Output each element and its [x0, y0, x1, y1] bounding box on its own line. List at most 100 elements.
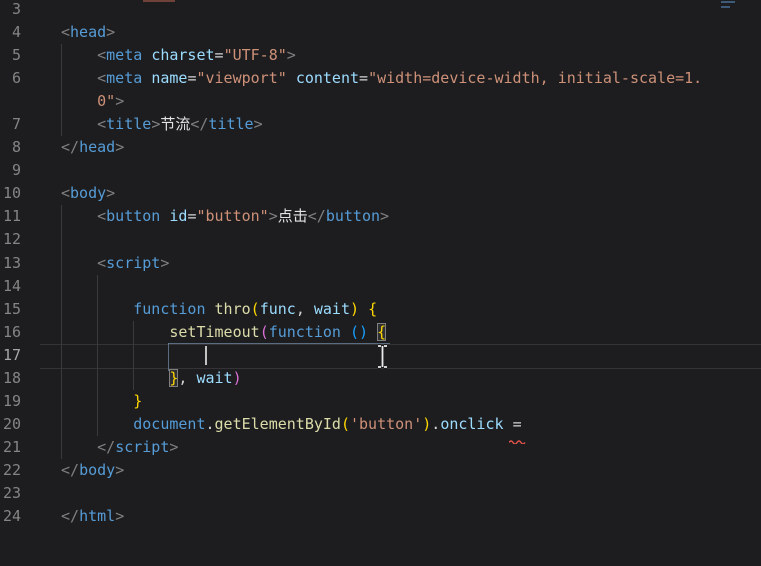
code-token: "width=device-width, initial-scale=1.	[368, 69, 703, 88]
code-text[interactable]: <script>	[47, 252, 169, 275]
code-editor[interactable]: 3 4 <head> 5 <meta charset="UTF-8"> 6 <meta …	[0, 0, 761, 566]
code-line[interactable]: 9	[0, 159, 761, 182]
code-line[interactable]: 11 <button id="button">点击</button>	[0, 205, 761, 228]
line-number[interactable]: 17	[0, 344, 47, 367]
code-token: </	[61, 138, 80, 157]
line-number[interactable]: 5	[0, 44, 47, 67]
code-token: 'button'	[350, 414, 423, 433]
line-number[interactable]: 4	[0, 21, 47, 44]
code-token: onclick	[440, 414, 504, 433]
code-line[interactable]: 12	[0, 228, 761, 251]
code-text[interactable]: <meta charset="UTF-8">	[47, 44, 296, 67]
code-token: script	[106, 253, 161, 272]
code-token: <	[61, 184, 71, 203]
line-number[interactable]: 8	[0, 136, 47, 159]
code-line[interactable]: 4 <head>	[0, 21, 761, 44]
code-text[interactable]: setTimeout(function () {	[47, 321, 387, 344]
code-line[interactable]: 20 document.getElementById('button').onc…	[0, 413, 761, 436]
code-line[interactable]: 23	[0, 482, 761, 505]
code-text[interactable]: </body>	[47, 459, 124, 482]
line-number[interactable]: 11	[0, 205, 47, 228]
code-line[interactable]: 21 </script>	[0, 436, 761, 459]
line-number[interactable]: 22	[0, 459, 47, 482]
line-number[interactable]: 24	[0, 505, 47, 528]
line-number[interactable]: 9	[0, 159, 47, 182]
code-text[interactable]: <head>	[47, 21, 115, 44]
code-text[interactable]: <button id="button">点击</button>	[47, 205, 389, 228]
code-line[interactable]: 22 </body>	[0, 459, 761, 482]
code-text[interactable]: </script>	[47, 436, 178, 459]
code-token: (	[250, 299, 260, 318]
code-text[interactable]	[47, 275, 61, 298]
line-number[interactable]: 20	[0, 413, 47, 436]
line-number[interactable]: 21	[0, 436, 47, 459]
line-number[interactable]: 15	[0, 298, 47, 321]
code-text[interactable]	[47, 0, 61, 21]
line-number[interactable]: 12	[0, 228, 47, 251]
code-token: ,	[295, 299, 314, 318]
code-text[interactable]	[47, 482, 61, 505]
code-text[interactable]	[47, 159, 61, 182]
line-number[interactable]: 7	[0, 113, 47, 136]
code-text[interactable]: document.getElementById('button').onclic…	[47, 413, 521, 436]
code-text[interactable]: <title>节流</title>	[47, 113, 263, 136]
code-text[interactable]: function thro(func, wait) {	[47, 298, 377, 321]
code-token: "UTF-8"	[223, 46, 287, 65]
code-line[interactable]: 8 </head>	[0, 136, 761, 159]
code-line[interactable]: 5 <meta charset="UTF-8">	[0, 44, 761, 67]
code-line[interactable]: 16 setTimeout(function () {	[0, 321, 761, 344]
code-token: .	[205, 414, 215, 433]
code-line[interactable]: 17	[0, 344, 761, 367]
code-token: >	[115, 460, 125, 479]
code-token: (	[340, 414, 350, 433]
code-token: )	[232, 368, 242, 387]
line-number[interactable]: 19	[0, 390, 47, 413]
code-token: head	[70, 23, 107, 42]
code-text[interactable]: 0">	[47, 90, 124, 113]
code-line[interactable]: 3	[0, 0, 761, 21]
code-text[interactable]: </html>	[47, 505, 124, 528]
code-line[interactable]: 6 <meta name="viewport" content="width=d…	[0, 67, 761, 90]
code-text[interactable]: <meta name="viewport" content="width=dev…	[47, 67, 702, 90]
code-line[interactable]: 18 }, wait)	[0, 367, 761, 390]
code-token: ,	[178, 368, 197, 387]
code-line[interactable]: 13 <script>	[0, 252, 761, 275]
code-line[interactable]: 15 function thro(func, wait) {	[0, 298, 761, 321]
code-token: >	[151, 115, 161, 134]
code-line[interactable]: 14	[0, 275, 761, 298]
code-text[interactable]	[47, 228, 61, 251]
code-text[interactable]: <body>	[47, 182, 115, 205]
code-line[interactable]: 24 </html>	[0, 505, 761, 528]
code-token: head	[79, 138, 116, 157]
line-number[interactable]: 16	[0, 321, 47, 344]
code-token: )	[422, 414, 432, 433]
code-text[interactable]: </head>	[47, 136, 124, 159]
code-line[interactable]: 10 <body>	[0, 182, 761, 205]
line-number[interactable]: 14	[0, 275, 47, 298]
code-text[interactable]: }, wait)	[47, 367, 242, 390]
code-line[interactable]: 7 <title>节流</title>	[0, 113, 761, 136]
code-token: >	[253, 115, 263, 134]
line-number[interactable]: 18	[0, 367, 47, 390]
line-number[interactable]: 10	[0, 182, 47, 205]
code-token: >	[380, 207, 390, 226]
code-token: wait	[196, 368, 233, 387]
code-token: >	[286, 46, 296, 65]
code-line[interactable]: 19 }	[0, 390, 761, 413]
code-text[interactable]	[47, 344, 61, 367]
line-number[interactable]: 6	[0, 67, 47, 90]
code-token: 点击	[277, 207, 308, 226]
line-number[interactable]	[0, 90, 47, 113]
code-token: document	[133, 414, 206, 433]
code-token: title	[106, 115, 152, 134]
line-number[interactable]: 13	[0, 252, 47, 275]
code-token: >	[169, 437, 179, 456]
code-line[interactable]: 0">	[0, 90, 761, 113]
line-number[interactable]: 3	[0, 0, 47, 21]
code-text[interactable]: }	[47, 390, 142, 413]
code-token: meta	[106, 46, 143, 65]
line-number[interactable]: 23	[0, 482, 47, 505]
